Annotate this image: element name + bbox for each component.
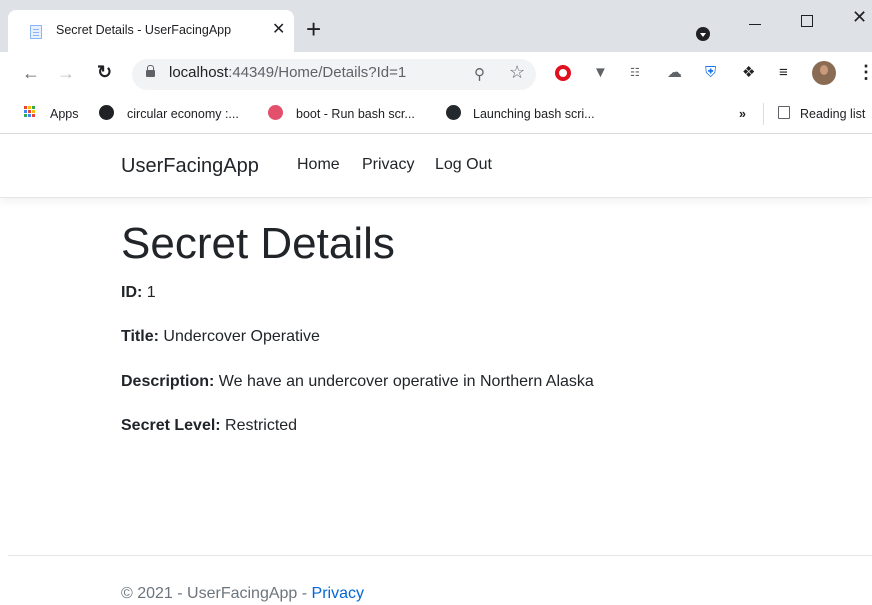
navbar-brand[interactable]: UserFacingApp — [121, 155, 259, 178]
extension-cloud-icon[interactable]: ☁ — [667, 63, 682, 83]
bookmark-launching-bash[interactable]: Launching bash scri... — [473, 107, 595, 121]
extensions-puzzle-icon[interactable]: ❖ — [742, 63, 755, 83]
detail-title: Title: Undercover Operative — [121, 328, 320, 346]
nav-link-logout[interactable]: Log Out — [435, 156, 492, 174]
raspberry-pi-icon — [268, 105, 283, 120]
maximize-button[interactable] — [801, 15, 813, 27]
new-tab-button[interactable]: + — [306, 16, 321, 42]
profile-avatar[interactable] — [812, 61, 836, 85]
lock-icon[interactable] — [146, 65, 155, 77]
detail-label: ID: — [121, 284, 143, 301]
bookmark-circular-economy[interactable]: circular economy :... — [127, 107, 239, 121]
browser-tab[interactable]: Secret Details - UserFacingApp ✕ — [8, 10, 294, 52]
detail-value: We have an undercover operative in North… — [214, 373, 594, 390]
zoom-icon[interactable]: ⚲ — [474, 65, 485, 83]
nav-link-privacy[interactable]: Privacy — [362, 156, 414, 174]
detail-description: Description: We have an undercover opera… — [121, 373, 594, 391]
vivaldi-extension-icon[interactable]: ▼ — [593, 63, 608, 83]
nav-link-home[interactable]: Home — [297, 156, 340, 174]
footer-privacy-link[interactable]: Privacy — [312, 585, 364, 602]
detail-value: 1 — [142, 284, 156, 301]
url-text[interactable]: localhost:44349/Home/Details?Id=1 — [169, 64, 406, 81]
detail-secret-level: Secret Level: Restricted — [121, 417, 297, 435]
apps-grid-icon[interactable] — [24, 106, 36, 118]
reload-icon[interactable]: ↻ — [97, 61, 112, 83]
tab-search-icon[interactable] — [696, 27, 710, 41]
bookmark-site-icon — [99, 105, 114, 120]
shield-extension-icon[interactable]: ⛨ — [705, 63, 716, 83]
back-arrow-icon[interactable]: ← — [22, 62, 40, 84]
opera-extension-icon[interactable] — [555, 65, 571, 81]
page-footer: © 2021 - UserFacingApp - Privacy — [121, 585, 364, 603]
detail-label: Title: — [121, 328, 159, 345]
bookmark-apps[interactable]: Apps — [50, 107, 79, 121]
footer-divider — [8, 555, 872, 556]
bookmarks-divider — [763, 103, 764, 125]
reading-list-button[interactable]: Reading list — [800, 107, 865, 121]
detail-label: Description: — [121, 373, 215, 390]
detail-value: Restricted — [220, 417, 298, 434]
media-queue-icon[interactable]: ≡ — [779, 63, 788, 83]
detail-id: ID: 1 — [121, 284, 156, 302]
tab-close-icon[interactable]: ✕ — [272, 20, 285, 40]
footer-text: © 2021 - UserFacingApp - — [121, 585, 312, 602]
github-icon — [446, 105, 461, 120]
window-close-button[interactable]: ✕ — [852, 7, 867, 27]
page-favicon-icon — [30, 25, 42, 39]
detail-value: Undercover Operative — [158, 328, 320, 345]
bookmark-boot[interactable]: boot - Run bash scr... — [296, 107, 415, 121]
extension-icon[interactable]: ☷ — [630, 63, 640, 83]
browser-menu-icon[interactable]: ⋮ — [857, 61, 872, 83]
bookmarks-overflow-button[interactable]: » — [739, 107, 746, 121]
tab-title: Secret Details - UserFacingApp — [56, 23, 232, 37]
detail-label: Secret Level: — [121, 417, 221, 434]
forward-arrow-icon[interactable]: → — [57, 62, 75, 84]
reading-list-icon[interactable] — [778, 106, 790, 119]
page-title: Secret Details — [121, 219, 395, 268]
bookmark-star-icon[interactable]: ☆ — [509, 62, 525, 83]
minimize-button[interactable] — [749, 24, 761, 25]
